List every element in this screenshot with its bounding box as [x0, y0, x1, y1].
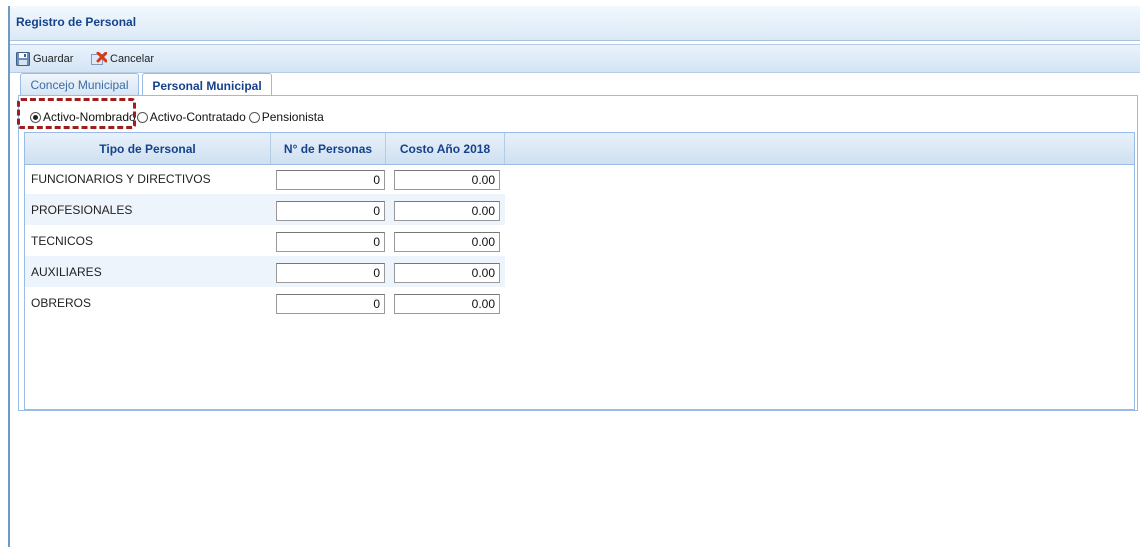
save-button[interactable]: Guardar: [16, 51, 73, 67]
row-label: OBREROS: [31, 296, 92, 310]
table-row: TECNICOS: [25, 225, 505, 256]
costo-input[interactable]: [394, 294, 500, 314]
personas-input[interactable]: [276, 263, 385, 283]
row-label: TECNICOS: [31, 234, 94, 248]
radio-activo-nombrado-label[interactable]: Activo-Nombrado: [43, 110, 136, 124]
column-header-costo: Costo Año 2018: [386, 133, 505, 164]
row-label: FUNCIONARIOS Y DIRECTIVOS: [31, 172, 211, 186]
tab-concejo-municipal[interactable]: Concejo Municipal: [20, 73, 139, 95]
personal-grid: Tipo de Personal N° de Personas Costo Añ…: [24, 132, 1135, 410]
grid-header: Tipo de Personal N° de Personas Costo Añ…: [25, 133, 1134, 165]
column-header-tipo: Tipo de Personal: [25, 133, 271, 164]
cancel-button-label: Cancelar: [110, 53, 155, 65]
row-label: PROFESIONALES: [31, 203, 133, 217]
save-button-label: Guardar: [33, 53, 74, 65]
table-row: FUNCIONARIOS Y DIRECTIVOS: [25, 163, 505, 194]
personal-type-radio-group: Activo-Nombrado Activo-Contratado Pensio…: [30, 109, 325, 125]
personas-input[interactable]: [276, 170, 385, 190]
table-row: AUXILIARES: [25, 256, 505, 287]
costo-input[interactable]: [394, 263, 500, 283]
window-title: Registro de Personal: [16, 15, 137, 29]
table-row: PROFESIONALES: [25, 194, 505, 225]
personas-input[interactable]: [276, 232, 385, 252]
radio-pensionista[interactable]: [248, 111, 260, 123]
row-label: AUXILIARES: [31, 265, 102, 279]
table-row: OBREROS: [25, 287, 505, 318]
delete-x-icon: [91, 52, 107, 65]
radio-activo-contratado[interactable]: [136, 111, 148, 123]
window-titlebar: Registro de Personal: [10, 6, 1140, 41]
column-header-personas: N° de Personas: [271, 133, 386, 164]
tab-personal-municipal[interactable]: Personal Municipal: [142, 73, 272, 97]
personas-input[interactable]: [276, 201, 385, 221]
floppy-disk-icon: [16, 52, 30, 66]
personas-input[interactable]: [276, 294, 385, 314]
radio-activo-contratado-label[interactable]: Activo-Contratado: [150, 110, 246, 124]
toolbar: Guardar Cancelar: [10, 44, 1140, 73]
costo-input[interactable]: [394, 201, 500, 221]
radio-pensionista-label[interactable]: Pensionista: [262, 110, 324, 124]
costo-input[interactable]: [394, 232, 500, 252]
radio-activo-nombrado[interactable]: [30, 111, 41, 123]
costo-input[interactable]: [394, 170, 500, 190]
cancel-button[interactable]: Cancelar: [91, 51, 154, 67]
